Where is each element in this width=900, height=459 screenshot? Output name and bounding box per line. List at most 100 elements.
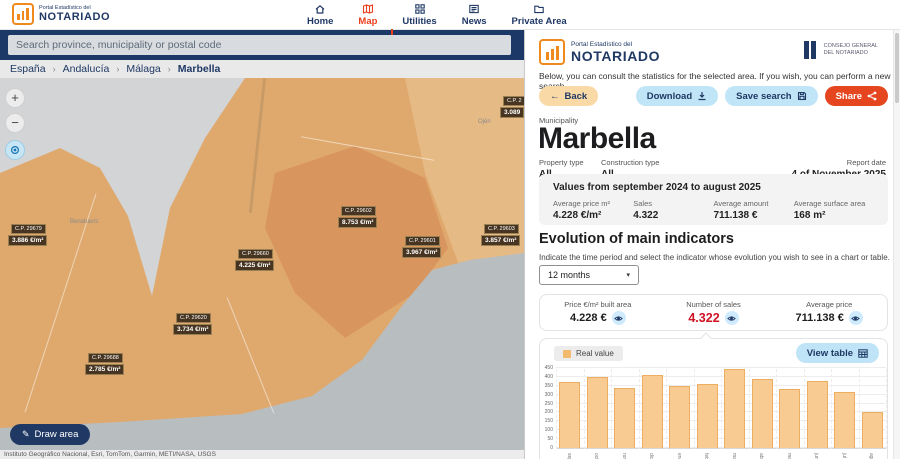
bar — [669, 386, 690, 448]
map-label-29660[interactable]: C.P. 29660 4.225 €/m² — [235, 249, 274, 271]
stat-value: 711.138 € — [714, 210, 794, 221]
zoom-out-button[interactable]: − — [5, 113, 25, 133]
map-icon — [362, 3, 374, 15]
nav-news[interactable]: News — [462, 3, 487, 27]
portal-logo-line2: NOTARIADO — [39, 11, 110, 23]
xtick-label: oct 24 — [593, 453, 599, 459]
chart-panel-notch — [700, 332, 711, 343]
chart-plot: 050100150200250300350400450sep 24oct 24n… — [556, 369, 886, 449]
map-canvas[interactable]: Benahavís Ojén C.P. 29679 3.886 €/m² C.P… — [0, 78, 524, 450]
indicator-number-of-sales[interactable]: Number of sales 4.322 — [656, 295, 772, 330]
map-label-cp: C.P. 2 — [503, 96, 524, 106]
zoom-in-button[interactable]: + — [5, 88, 25, 108]
ytick-label: 100 — [540, 427, 553, 433]
map-attribution: Instituto Geográfico Nacional, Esri, Tom… — [0, 450, 524, 459]
construction-type-label: Construction type — [601, 158, 659, 167]
ytick-label: 150 — [540, 418, 553, 424]
portal-logo-line1: Portal Estadístico del — [571, 41, 660, 48]
bar — [752, 379, 773, 448]
stat-value: 4.322 — [633, 210, 713, 221]
xtick-label: may 25 — [786, 453, 792, 459]
xtick-label: mar 25 — [731, 453, 737, 459]
stat-value: 4.228 €/m² — [553, 210, 633, 221]
ytick-label: 350 — [540, 383, 553, 389]
report-date-label: Report date — [792, 158, 887, 167]
eye-icon[interactable] — [849, 311, 863, 325]
breadcrumb-malaga[interactable]: Málaga — [126, 63, 160, 75]
nav-map[interactable]: Map — [358, 3, 377, 27]
eye-icon[interactable] — [725, 311, 739, 325]
nav-private-area[interactable]: Private Area — [512, 3, 567, 27]
legend-swatch — [563, 350, 571, 358]
download-button[interactable]: Download — [636, 86, 718, 106]
indicator-price-m2[interactable]: Price €/m² built area 4.228 € — [540, 295, 656, 330]
map-label-clipped[interactable]: C.P. 2 3.089 — [500, 96, 524, 118]
share-label: Share — [836, 91, 862, 102]
indicator-value: 4.228 € — [570, 312, 607, 324]
breadcrumb-separator: › — [53, 64, 56, 74]
indicator-label: Price €/m² built area — [564, 300, 631, 309]
breadcrumb: España › Andalucía › Málaga › Marbella — [0, 60, 524, 78]
search-bar — [0, 30, 524, 60]
action-buttons: Download Save search Share — [636, 86, 888, 106]
portal-logo[interactable]: Portal Estadístico del NOTARIADO — [12, 3, 110, 25]
download-icon — [697, 91, 707, 101]
map-label-29602[interactable]: C.P. 29602 8.753 €/m² — [338, 206, 377, 228]
map-label-29688[interactable]: C.P. 29688 2.785 €/m² — [85, 353, 124, 375]
chart-legend: Real value — [554, 346, 623, 361]
consejo-logo: CONSEJO GENERAL DEL NOTARIADO — [802, 37, 878, 63]
map-label-29620[interactable]: C.P. 29620 3.734 €/m² — [173, 313, 212, 335]
nav-home[interactable]: Home — [307, 3, 333, 27]
map-label-29603[interactable]: C.P. 29603 3.857 €/m² — [481, 224, 520, 246]
nav-private-area-label: Private Area — [512, 16, 567, 27]
stat-label: Average price m² — [553, 199, 633, 208]
stat-average-amount: Average amount 711.138 € — [714, 199, 794, 221]
save-icon — [797, 91, 807, 101]
evolution-title: Evolution of main indicators — [539, 231, 734, 247]
nav-utilities[interactable]: Utilities — [402, 3, 436, 27]
map-label-29601[interactable]: C.P. 29601 3.967 €/m² — [402, 236, 441, 258]
locate-button[interactable] — [5, 140, 25, 160]
period-select[interactable]: 12 months ▾ — [539, 265, 639, 285]
back-button[interactable]: ← Back — [539, 86, 598, 106]
indicator-average-price[interactable]: Average price 711.138 € — [771, 295, 887, 330]
breadcrumb-andalucia[interactable]: Andalucía — [63, 63, 110, 75]
map-label-price: 3.967 €/m² — [402, 247, 441, 258]
scrollbar-thumb[interactable] — [895, 33, 899, 103]
map-label-price: 4.225 €/m² — [235, 260, 274, 271]
breadcrumb-espana[interactable]: España — [10, 63, 46, 75]
gridline-v — [639, 369, 640, 449]
draw-area-label: Draw area — [35, 429, 79, 440]
consejo-text: CONSEJO GENERAL DEL NOTARIADO — [824, 43, 878, 57]
ytick-label: 50 — [540, 436, 553, 442]
breadcrumb-separator: › — [116, 64, 119, 74]
main-nav: Home Map Utilities News Private Area — [307, 3, 567, 27]
map-boundary-line — [227, 297, 275, 413]
legend-label: Real value — [576, 349, 614, 358]
share-button[interactable]: Share — [825, 86, 888, 106]
xtick-label: ene 25 — [676, 453, 682, 459]
map-label-29679[interactable]: C.P. 29679 3.886 €/m² — [8, 224, 47, 246]
xtick-label: sep 24 — [566, 453, 572, 459]
bar — [779, 389, 800, 448]
bar — [807, 381, 828, 448]
view-table-button[interactable]: View table — [796, 343, 879, 363]
map-label-price: 2.785 €/m² — [85, 364, 124, 375]
search-input[interactable] — [8, 35, 511, 55]
portal-logo-text: Portal Estadístico del NOTARIADO — [39, 5, 110, 23]
bar — [862, 412, 883, 448]
xtick-label: jul 25 — [841, 453, 847, 459]
xtick-label: nov 24 — [621, 453, 627, 459]
save-search-button[interactable]: Save search — [725, 86, 817, 106]
gridline-v — [749, 369, 750, 449]
panel-scrollbar[interactable] — [893, 30, 900, 459]
gridline-v — [776, 369, 777, 449]
bar — [834, 392, 855, 448]
xtick-label: dic 24 — [648, 453, 654, 459]
nav-news-label: News — [462, 16, 487, 27]
gridline-v — [666, 369, 667, 449]
bar — [642, 375, 663, 448]
draw-area-button[interactable]: ✎ Draw area — [10, 424, 90, 445]
chart-panel: Real value View table 050100150200250300… — [539, 338, 888, 459]
eye-icon[interactable] — [612, 311, 626, 325]
